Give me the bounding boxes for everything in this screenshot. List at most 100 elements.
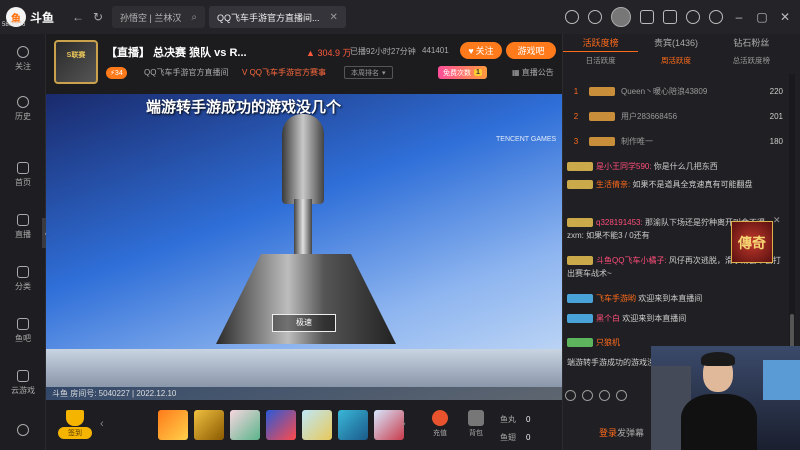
douyu-logo[interactable]: 鱼 斗鱼 5876676 xyxy=(0,0,68,34)
fish-icon xyxy=(17,318,29,330)
chat-tools xyxy=(565,390,665,401)
tab-1[interactable]: 孙悟空 | 兰林汉 ⌕ xyxy=(112,6,205,28)
settings-icon[interactable] xyxy=(709,10,723,24)
gift-list xyxy=(158,410,404,440)
weekly-rank-button[interactable]: 本周排名 ▾ xyxy=(344,66,393,79)
live-notice-button[interactable]: ▦ 直播公告 xyxy=(512,67,554,78)
backpack-button[interactable]: 背包 xyxy=(462,410,490,442)
chat-user[interactable]: 飞车手游哟 xyxy=(596,294,636,303)
tab-diamond-fans[interactable]: 钻石粉丝 xyxy=(714,34,789,52)
search-icon[interactable]: ⌕ xyxy=(191,12,197,23)
back-button[interactable]: ← xyxy=(68,7,88,27)
hot-value: 304.9 万 xyxy=(317,48,352,58)
recharge-button[interactable]: 充值 xyxy=(426,410,454,442)
room-logo[interactable]: S联赛 xyxy=(54,40,98,84)
chat-message: 黑个白 欢迎来到本直播间 xyxy=(567,312,781,325)
sidebar-item-label: 首页 xyxy=(15,178,31,187)
follow-button[interactable]: ♥ 关注 xyxy=(460,42,502,59)
bag-icon[interactable] xyxy=(616,390,627,401)
rank-row[interactable]: 1 Queen丶暖心陪浪43809 220 xyxy=(563,82,789,100)
backpack-icon xyxy=(468,410,484,426)
close-icon[interactable]: ✕ xyxy=(773,215,781,226)
subtab-weekly[interactable]: 周活跃度 xyxy=(638,54,713,68)
emoji-icon[interactable] xyxy=(565,390,576,401)
chat-user[interactable]: 是小王同学590: xyxy=(596,162,652,171)
avatar[interactable] xyxy=(611,7,631,27)
chat-user[interactable]: 黑个白 xyxy=(596,314,620,323)
chat-message: 是小王同学590: 你是什么几把东西 xyxy=(567,160,781,173)
chat-user[interactable]: 生活倩亲: xyxy=(596,180,630,189)
official-tag[interactable]: V QQ飞车手游官方赛事 xyxy=(242,67,326,78)
chat-text: 欢迎来到本直播间 xyxy=(636,294,703,303)
gift-item[interactable] xyxy=(158,410,188,440)
fire-icon[interactable] xyxy=(599,390,610,401)
logo-sub: 5876676 xyxy=(2,22,26,28)
gift-item[interactable] xyxy=(374,410,404,440)
close-icon[interactable]: ✕ xyxy=(329,12,337,23)
gift-item[interactable] xyxy=(302,410,332,440)
gift-next-button[interactable]: › xyxy=(402,418,406,430)
maximize-icon[interactable]: ▢ xyxy=(755,10,769,24)
anchor-name[interactable]: QQ飞车手游官方直播间 xyxy=(144,67,228,78)
heart-icon[interactable] xyxy=(588,10,602,24)
trophy-cup xyxy=(282,114,324,204)
clock-icon xyxy=(17,96,29,108)
video-player[interactable]: 端游转手游成功的游戏没几个 TENCENT GAMES 极速 斗鱼 房间号: 5… xyxy=(46,94,562,400)
fan-badge xyxy=(589,111,615,121)
chat-message: 飞车手游哟 欢迎来到本直播间 xyxy=(567,292,781,305)
fan-badge xyxy=(567,162,593,172)
minimize-icon[interactable]: – xyxy=(732,10,746,24)
refresh-button[interactable]: ↻ xyxy=(88,7,108,27)
checkin-button[interactable]: 签到 xyxy=(58,410,92,442)
tab-vip[interactable]: 贵宾(1436) xyxy=(638,34,713,52)
gift-prev-button[interactable]: ‹ xyxy=(100,418,104,430)
app-window: 鱼 斗鱼 5876676 ← ↻ 孙悟空 | 兰林汉 ⌕ QQ飞车手游官方直播间… xyxy=(0,0,800,450)
subtab-daily[interactable]: 日活跃度 xyxy=(563,54,638,68)
notice-label: 直播公告 xyxy=(521,68,554,77)
close-window-icon[interactable]: ✕ xyxy=(778,10,792,24)
rank-row[interactable]: 3 制作唯一 180 xyxy=(563,132,789,150)
coin-icon xyxy=(432,410,448,426)
clock-icon[interactable] xyxy=(565,10,579,24)
rank-row[interactable]: 2 用户283668456 201 xyxy=(563,107,789,125)
chat-user[interactable]: 只狼机 xyxy=(596,338,620,347)
free-count-value: 1 xyxy=(474,69,482,76)
sidebar-item-yuba[interactable]: 鱼吧 xyxy=(0,318,46,344)
login-prompt[interactable]: 登录发弹幕 xyxy=(599,426,644,439)
checkin-label: 签到 xyxy=(58,427,92,439)
trophy-neck xyxy=(294,199,312,259)
shirt-icon[interactable] xyxy=(663,10,677,24)
rank-tabs: 活跃度榜 贵宾(1436) 钻石粉丝 xyxy=(563,34,789,52)
sidebar-item-live[interactable]: 直播 xyxy=(0,214,46,240)
message-icon[interactable] xyxy=(686,10,700,24)
chat-text: 欢迎来到本直播间 xyxy=(620,314,687,323)
free-count-badge[interactable]: 免费次数 1 xyxy=(438,66,487,79)
subtab-total[interactable]: 总活跃度榜 xyxy=(714,54,789,68)
sidebar-item-follow[interactable]: 关注 xyxy=(0,46,46,72)
gift-item[interactable] xyxy=(230,410,260,440)
left-sidebar: 关注 历史 首页 直播 分类 鱼吧 云游戏 xyxy=(0,34,46,450)
fan-badge xyxy=(567,218,593,228)
currency-value: 0 xyxy=(526,415,531,424)
background-screen xyxy=(763,360,800,400)
sidebar-more[interactable] xyxy=(0,424,46,439)
speaker-icon[interactable] xyxy=(582,390,593,401)
ad-banner[interactable]: 傳奇 xyxy=(731,221,773,263)
sidebar-item-cloud-game[interactable]: 云游戏 xyxy=(0,370,46,396)
sidebar-item-history[interactable]: 历史 xyxy=(0,96,46,122)
game-bar-button[interactable]: 游戏吧 xyxy=(506,42,556,59)
gift-item[interactable] xyxy=(266,410,296,440)
sidebar-item-label: 鱼吧 xyxy=(15,334,31,343)
gift-item[interactable] xyxy=(338,410,368,440)
tab-2[interactable]: QQ飞车手游官方直播间... ✕ xyxy=(208,6,346,28)
tab-active-rank[interactable]: 活跃度榜 xyxy=(563,34,639,52)
checklist-icon[interactable] xyxy=(640,10,654,24)
sidebar-item-home[interactable]: 首页 xyxy=(0,162,46,188)
login-link[interactable]: 登录 xyxy=(599,428,617,438)
chat-user[interactable]: q328191453: xyxy=(596,218,643,227)
gift-item[interactable] xyxy=(194,410,224,440)
chat-message: 生活倩亲: 如果不是道具全竞速真有可能翻盘 xyxy=(567,178,781,191)
sidebar-item-category[interactable]: 分类 xyxy=(0,266,46,292)
chat-user[interactable]: 斗鱼QQ飞车小橘子: xyxy=(596,256,667,265)
currency-name: 鱼丸 xyxy=(500,415,516,424)
